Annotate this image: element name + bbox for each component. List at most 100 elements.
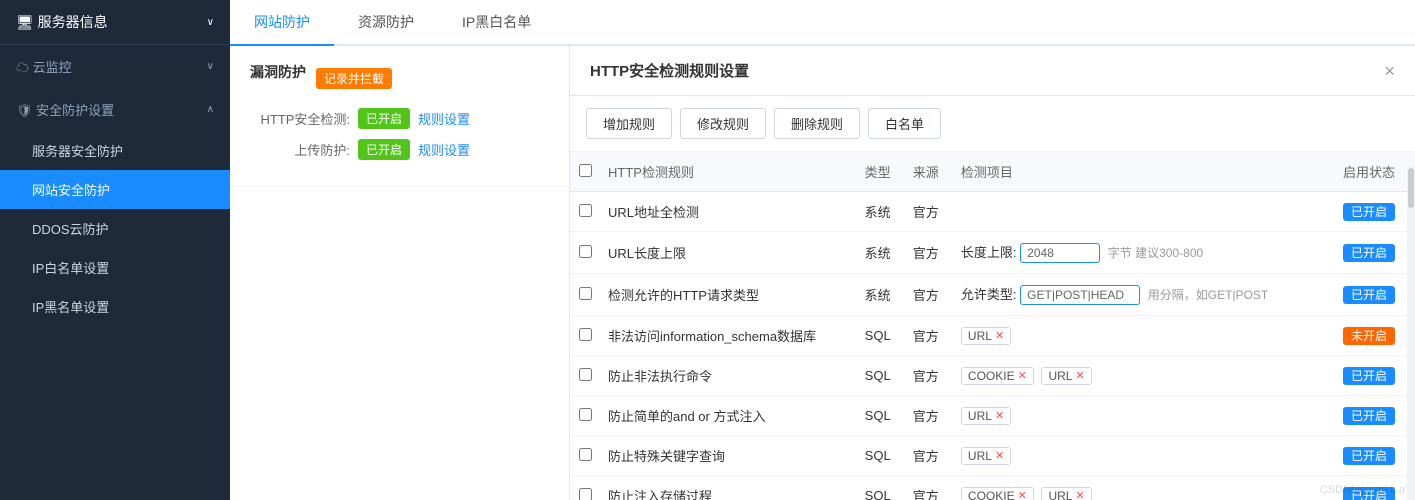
detect-label: 长度上限: <box>961 245 1017 260</box>
server-icon: 🖥 服务器信息 <box>16 12 108 32</box>
rules-table: HTTP检测规则 类型 来源 检测项目 启用状态 URL地址全检测 系统 <box>570 152 1415 500</box>
cookie-tag: COOKIE ✕ <box>961 367 1034 385</box>
rule-name: 防止非法执行命令 <box>600 356 857 396</box>
main-content: 网站防护 资源防护 IP黑白名单 漏洞防护 记录并拦截 HTTP安全检测: 已开… <box>230 0 1415 500</box>
rule-detect: COOKIE ✕ URL ✕ <box>953 476 1323 500</box>
rule-name: 防止注入存储过程 <box>600 476 857 500</box>
url-tag: URL ✕ <box>1041 367 1091 385</box>
http-detect-label: HTTP安全检测: <box>250 109 350 128</box>
remove-cookie-tag[interactable]: ✕ <box>1018 489 1027 500</box>
right-panel-title: HTTP安全检测规则设置 <box>590 60 749 81</box>
rule-type: SQL <box>857 436 905 476</box>
tab-website-protect[interactable]: 网站防护 <box>230 0 334 46</box>
chevron-icon: ∨ <box>207 17 214 28</box>
row-checkbox[interactable] <box>579 408 592 421</box>
cookie-tag: COOKIE ✕ <box>961 487 1034 500</box>
url-tag: URL ✕ <box>961 327 1011 345</box>
row-check[interactable] <box>570 192 600 232</box>
remove-url-tag[interactable]: ✕ <box>995 329 1004 342</box>
rule-source: 官方 <box>905 232 953 274</box>
rule-status: 已开启 <box>1323 192 1415 232</box>
rule-detect: URL ✕ <box>953 396 1323 436</box>
rule-status: 已开启 <box>1323 356 1415 396</box>
rule-source: 官方 <box>905 192 953 232</box>
close-button[interactable]: × <box>1384 62 1395 80</box>
methods-input[interactable] <box>1020 285 1140 305</box>
status-badge-on: 已开启 <box>1343 407 1395 425</box>
status-badge-off: 未开启 <box>1343 327 1395 345</box>
rule-source: 官方 <box>905 396 953 436</box>
content-area: 漏洞防护 记录并拦截 HTTP安全检测: 已开启 规则设置 上传防护: 已开启 … <box>230 46 1415 500</box>
status-badge-on: 已开启 <box>1343 244 1395 262</box>
remove-url-tag[interactable]: ✕ <box>995 409 1004 422</box>
status-badge-on: 已开启 <box>1343 203 1395 221</box>
row-checkbox[interactable] <box>579 448 592 461</box>
edit-rule-button[interactable]: 修改规则 <box>680 108 766 139</box>
status-badge-on: 已开启 <box>1343 286 1395 304</box>
right-panel: HTTP安全检测规则设置 × 增加规则 修改规则 删除规则 白名单 HTTP <box>570 46 1415 500</box>
row-checkbox[interactable] <box>579 328 592 341</box>
row-checkbox[interactable] <box>579 368 592 381</box>
col-check <box>570 152 600 192</box>
rule-source: 官方 <box>905 436 953 476</box>
url-tag: URL ✕ <box>961 407 1011 425</box>
http-detect-row: HTTP安全检测: 已开启 规则设置 <box>250 108 549 129</box>
tab-resource-protect[interactable]: 资源防护 <box>334 0 438 46</box>
rule-status: 已开启 <box>1323 232 1415 274</box>
rule-status: 已开启 <box>1323 476 1415 500</box>
shield-icon: 🛡 安全防护设置 <box>16 100 114 119</box>
rule-status: 已开启 <box>1323 274 1415 316</box>
detect-hint: 用分隔，如GET|POST <box>1148 288 1268 302</box>
sidebar-item-website-security[interactable]: 网站安全防护 <box>0 170 230 209</box>
rule-status: 已开启 <box>1323 436 1415 476</box>
rule-type: SQL <box>857 396 905 436</box>
table-row: URL地址全检测 系统 官方 已开启 <box>570 192 1415 232</box>
sidebar-item-cloud-monitor[interactable]: ☁ 云监控 ∨ <box>0 45 230 88</box>
upload-protect-row: 上传防护: 已开启 规则设置 <box>250 139 549 160</box>
remove-url-tag[interactable]: ✕ <box>1075 489 1084 500</box>
rule-type: SQL <box>857 476 905 500</box>
rules-table-container[interactable]: HTTP检测规则 类型 来源 检测项目 启用状态 URL地址全检测 系统 <box>570 152 1415 500</box>
delete-rule-button[interactable]: 删除规则 <box>774 108 860 139</box>
rule-detect: URL ✕ <box>953 436 1323 476</box>
sidebar-item-ip-whitelist[interactable]: IP白名单设置 <box>0 248 230 287</box>
whitelist-button[interactable]: 白名单 <box>868 108 941 139</box>
record-badge: 记录并拦截 <box>316 68 392 89</box>
status-badge-on: 已开启 <box>1343 367 1395 385</box>
status-badge-on: 已开启 <box>1343 447 1395 465</box>
add-rule-button[interactable]: 增加规则 <box>586 108 672 139</box>
section-title: 漏洞防护 <box>250 62 306 82</box>
sidebar-item-ip-blacklist[interactable]: IP黑名单设置 <box>0 287 230 326</box>
col-type: 类型 <box>857 152 905 192</box>
rule-name: URL地址全检测 <box>600 192 857 232</box>
row-checkbox[interactable] <box>579 204 592 217</box>
row-checkbox[interactable] <box>579 287 592 300</box>
rule-name: 非法访问information_schema数据库 <box>600 316 857 356</box>
top-tabs: 网站防护 资源防护 IP黑白名单 <box>230 0 1415 46</box>
rule-detect: URL ✕ <box>953 316 1323 356</box>
row-checkbox[interactable] <box>579 488 592 500</box>
upload-protect-rules-link[interactable]: 规则设置 <box>418 140 470 159</box>
length-input[interactable] <box>1020 243 1100 263</box>
vulnerability-section: 漏洞防护 记录并拦截 HTTP安全检测: 已开启 规则设置 上传防护: 已开启 … <box>230 46 569 187</box>
sidebar-item-ddos[interactable]: DDOS云防护 <box>0 209 230 248</box>
table-row: 检测允许的HTTP请求类型 系统 官方 允许类型: 用分隔，如GET|POST … <box>570 274 1415 316</box>
toolbar: 增加规则 修改规则 删除规则 白名单 <box>570 96 1415 152</box>
select-all-checkbox[interactable] <box>579 164 592 177</box>
row-checkbox[interactable] <box>579 245 592 258</box>
remove-url-tag[interactable]: ✕ <box>995 449 1004 462</box>
table-row: 防止特殊关键字查询 SQL 官方 URL ✕ 已开启 <box>570 436 1415 476</box>
scroll-indicator <box>1407 166 1415 500</box>
http-detect-rules-link[interactable]: 规则设置 <box>418 109 470 128</box>
upload-protect-status: 已开启 <box>358 139 410 160</box>
scroll-thumb[interactable] <box>1408 168 1414 208</box>
remove-cookie-tag[interactable]: ✕ <box>1018 369 1027 382</box>
rule-detect: COOKIE ✕ URL ✕ <box>953 356 1323 396</box>
sidebar-item-server-security[interactable]: 服务器安全防护 <box>0 131 230 170</box>
sidebar-item-server-info[interactable]: 🖥 服务器信息 ∨ <box>0 0 230 45</box>
tab-ip-blacklist[interactable]: IP黑白名单 <box>438 0 555 46</box>
rule-name: 检测允许的HTTP请求类型 <box>600 274 857 316</box>
remove-url-tag[interactable]: ✕ <box>1075 369 1084 382</box>
sidebar-item-security-settings[interactable]: 🛡 安全防护设置 ∧ <box>0 88 230 131</box>
rule-type: 系统 <box>857 192 905 232</box>
